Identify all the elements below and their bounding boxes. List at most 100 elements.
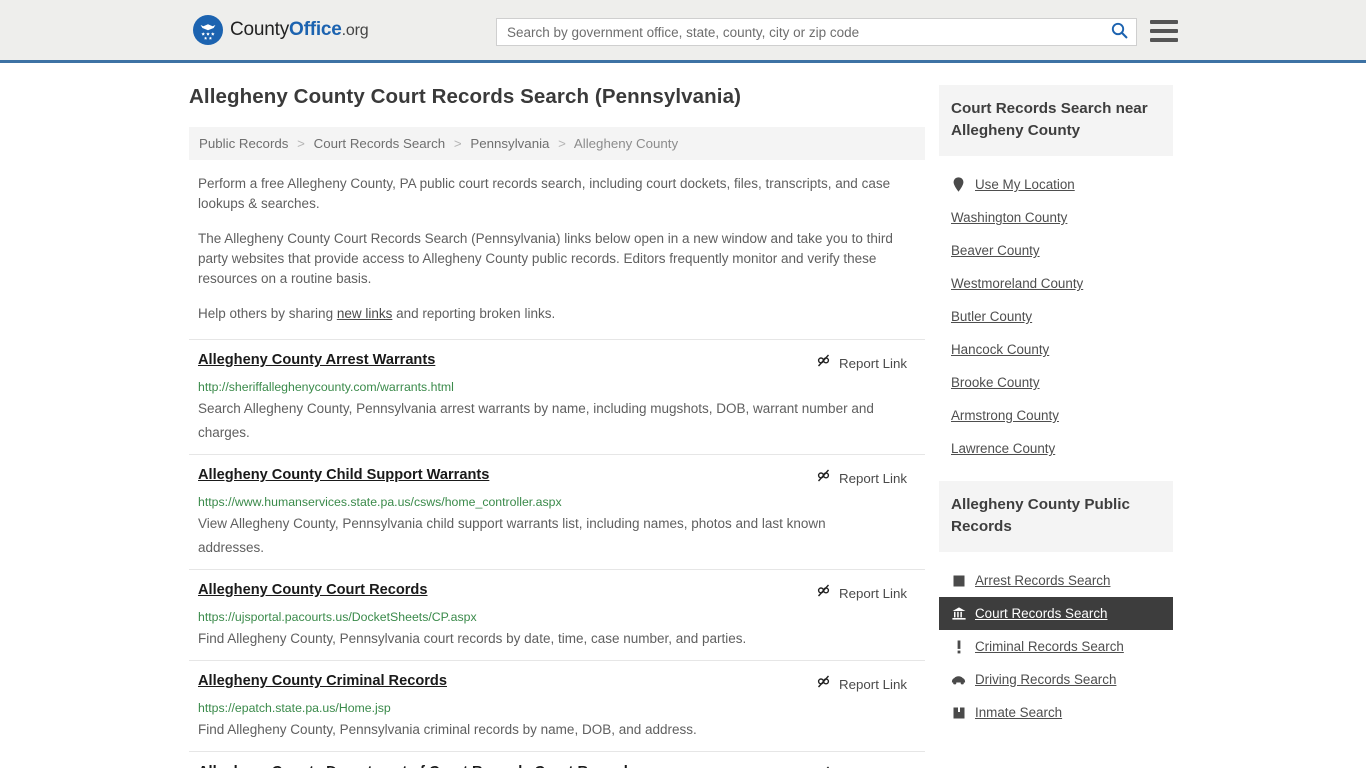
result-title-link[interactable]: Allegheny County Court Records bbox=[198, 581, 427, 600]
report-link-label: Report Link bbox=[839, 470, 907, 486]
breadcrumb-separator: > bbox=[558, 136, 566, 151]
sidebar-item-driving-records-search[interactable]: Driving Records Search bbox=[939, 663, 1173, 696]
intro-text: Perform a free Allegheny County, PA publ… bbox=[189, 174, 925, 324]
page-title: Allegheny County Court Records Search (P… bbox=[189, 85, 741, 108]
hamburger-bar bbox=[1150, 38, 1178, 42]
hamburger-menu-icon[interactable] bbox=[1150, 20, 1178, 42]
result-entry-header: Allegheny County Court Records Report Li… bbox=[198, 581, 925, 604]
public-records-link[interactable]: Driving Records Search bbox=[975, 672, 1116, 687]
result-title-link[interactable]: Allegheny County Department of Court Rec… bbox=[198, 763, 636, 768]
nearby-county-list: Use My Location Washington County Beaver… bbox=[939, 168, 1173, 465]
result-url[interactable]: https://www.humanservices.state.pa.us/cs… bbox=[198, 494, 925, 510]
sidebar-county-hancock[interactable]: Hancock County bbox=[939, 333, 1173, 366]
main-column: Allegheny County Court Records Search (P… bbox=[189, 63, 925, 768]
result-title-link[interactable]: Allegheny County Child Support Warrants bbox=[198, 466, 489, 485]
hamburger-bar bbox=[1150, 29, 1178, 33]
report-link-button[interactable]: Report Link bbox=[815, 582, 907, 604]
search-bar[interactable] bbox=[496, 18, 1137, 46]
site-logo[interactable]: CountyOffice.org bbox=[193, 15, 369, 45]
breadcrumb-item-pennsylvania[interactable]: Pennsylvania bbox=[470, 136, 549, 151]
sidebar-county-beaver[interactable]: Beaver County bbox=[939, 234, 1173, 267]
broken-link-icon bbox=[815, 352, 832, 374]
sidebar-county-butler[interactable]: Butler County bbox=[939, 300, 1173, 333]
county-link[interactable]: Beaver County bbox=[951, 243, 1040, 258]
search-icon bbox=[1111, 22, 1128, 42]
result-entry-header: Allegheny County Child Support Warrants … bbox=[198, 466, 925, 489]
logo-text-part1: County bbox=[230, 19, 290, 40]
county-link[interactable]: Lawrence County bbox=[951, 441, 1055, 456]
site-header: CountyOffice.org bbox=[0, 0, 1366, 63]
public-records-link[interactable]: Court Records Search bbox=[975, 606, 1107, 621]
result-description: Find Allegheny County, Pennsylvania cour… bbox=[198, 631, 747, 646]
county-link[interactable]: Westmoreland County bbox=[951, 276, 1083, 291]
breadcrumb-item-court-records-search[interactable]: Court Records Search bbox=[314, 136, 446, 151]
help-prefix: Help others by sharing bbox=[198, 306, 337, 321]
result-entry: Allegheny County Department of Court Rec… bbox=[189, 751, 925, 768]
county-link[interactable]: Butler County bbox=[951, 309, 1032, 324]
sidebar-item-criminal-records-search[interactable]: Criminal Records Search bbox=[939, 630, 1173, 663]
result-entry-header: Allegheny County Criminal Records Report… bbox=[198, 672, 925, 695]
search-button[interactable] bbox=[1102, 19, 1136, 45]
broken-link-icon bbox=[815, 582, 832, 604]
result-url[interactable]: https://epatch.state.pa.us/Home.jsp bbox=[198, 700, 925, 716]
courthouse-icon bbox=[951, 606, 966, 621]
public-records-list: Arrest Records Search Court Records Sear… bbox=[939, 564, 1173, 729]
logo-text-part2: Office bbox=[289, 19, 342, 40]
sidebar-county-washington[interactable]: Washington County bbox=[939, 201, 1173, 234]
sidebar-county-brooke[interactable]: Brooke County bbox=[939, 366, 1173, 399]
report-link-button[interactable]: Report Link bbox=[815, 764, 907, 768]
sidebar-item-court-records-search[interactable]: Court Records Search bbox=[939, 597, 1173, 630]
jail-icon bbox=[951, 705, 966, 720]
hamburger-bar bbox=[1150, 20, 1178, 24]
result-url[interactable]: http://sheriffalleghenycounty.com/warran… bbox=[198, 379, 925, 395]
breadcrumb-separator: > bbox=[453, 136, 462, 151]
breadcrumb-separator: > bbox=[297, 136, 305, 151]
result-entry: Allegheny County Arrest Warrants Report … bbox=[189, 339, 925, 454]
breadcrumb-item-allegheny-county: Allegheny County bbox=[573, 136, 679, 151]
breadcrumb-item-public-records[interactable]: Public Records bbox=[199, 136, 288, 151]
site-logo-text: CountyOffice.org bbox=[230, 19, 369, 41]
sidebar-county-lawrence[interactable]: Lawrence County bbox=[939, 432, 1173, 465]
result-title-link[interactable]: Allegheny County Arrest Warrants bbox=[198, 351, 435, 370]
report-link-button[interactable]: Report Link bbox=[815, 352, 907, 374]
search-input[interactable] bbox=[497, 19, 1102, 45]
result-entry-header: Allegheny County Department of Court Rec… bbox=[198, 763, 925, 768]
public-records-link[interactable]: Inmate Search bbox=[975, 705, 1062, 720]
public-records-section-heading: Allegheny County Public Records bbox=[939, 481, 1173, 552]
county-link[interactable]: Hancock County bbox=[951, 342, 1049, 357]
public-records-link[interactable]: Arrest Records Search bbox=[975, 573, 1110, 588]
use-my-location-item[interactable]: Use My Location bbox=[939, 168, 1173, 201]
sidebar-item-inmate-search[interactable]: Inmate Search bbox=[939, 696, 1173, 729]
report-link-label: Report Link bbox=[839, 355, 907, 371]
breadcrumb: Public Records > Court Records Search > … bbox=[189, 127, 925, 160]
nearby-section-heading: Court Records Search near Allegheny Coun… bbox=[939, 85, 1173, 156]
intro-paragraph-2: The Allegheny County Court Records Searc… bbox=[198, 231, 893, 286]
eagle-seal-icon bbox=[193, 15, 223, 45]
county-link[interactable]: Washington County bbox=[951, 210, 1067, 225]
county-link[interactable]: Armstrong County bbox=[951, 408, 1059, 423]
sidebar-item-arrest-records-search[interactable]: Arrest Records Search bbox=[939, 564, 1173, 597]
page-body: Allegheny County Court Records Search (P… bbox=[0, 63, 1366, 768]
broken-link-icon bbox=[815, 673, 832, 695]
report-link-button[interactable]: Report Link bbox=[815, 673, 907, 695]
sidebar-county-armstrong[interactable]: Armstrong County bbox=[939, 399, 1173, 432]
use-my-location-link[interactable]: Use My Location bbox=[975, 177, 1075, 192]
logo-text-part3: .org bbox=[341, 22, 369, 39]
broken-link-icon bbox=[815, 467, 832, 489]
new-links-link[interactable]: new links bbox=[337, 306, 393, 321]
result-title-link[interactable]: Allegheny County Criminal Records bbox=[198, 672, 447, 691]
result-entry: Allegheny County Court Records Report Li… bbox=[189, 569, 925, 660]
report-link-label: Report Link bbox=[839, 676, 907, 692]
county-link[interactable]: Brooke County bbox=[951, 375, 1040, 390]
broken-link-icon bbox=[815, 764, 832, 768]
report-link-label: Report Link bbox=[839, 585, 907, 601]
result-url[interactable]: https://ujsportal.pacourts.us/DocketShee… bbox=[198, 609, 925, 625]
report-link-button[interactable]: Report Link bbox=[815, 467, 907, 489]
sidebar-county-westmoreland[interactable]: Westmoreland County bbox=[939, 267, 1173, 300]
public-records-link[interactable]: Criminal Records Search bbox=[975, 639, 1124, 654]
result-description: Search Allegheny County, Pennsylvania ar… bbox=[198, 401, 874, 440]
result-description: Find Allegheny County, Pennsylvania crim… bbox=[198, 722, 697, 737]
sidebar: Court Records Search near Allegheny Coun… bbox=[939, 63, 1173, 768]
result-entry: Allegheny County Child Support Warrants … bbox=[189, 454, 925, 569]
intro-paragraph-1: Perform a free Allegheny County, PA publ… bbox=[198, 176, 891, 211]
